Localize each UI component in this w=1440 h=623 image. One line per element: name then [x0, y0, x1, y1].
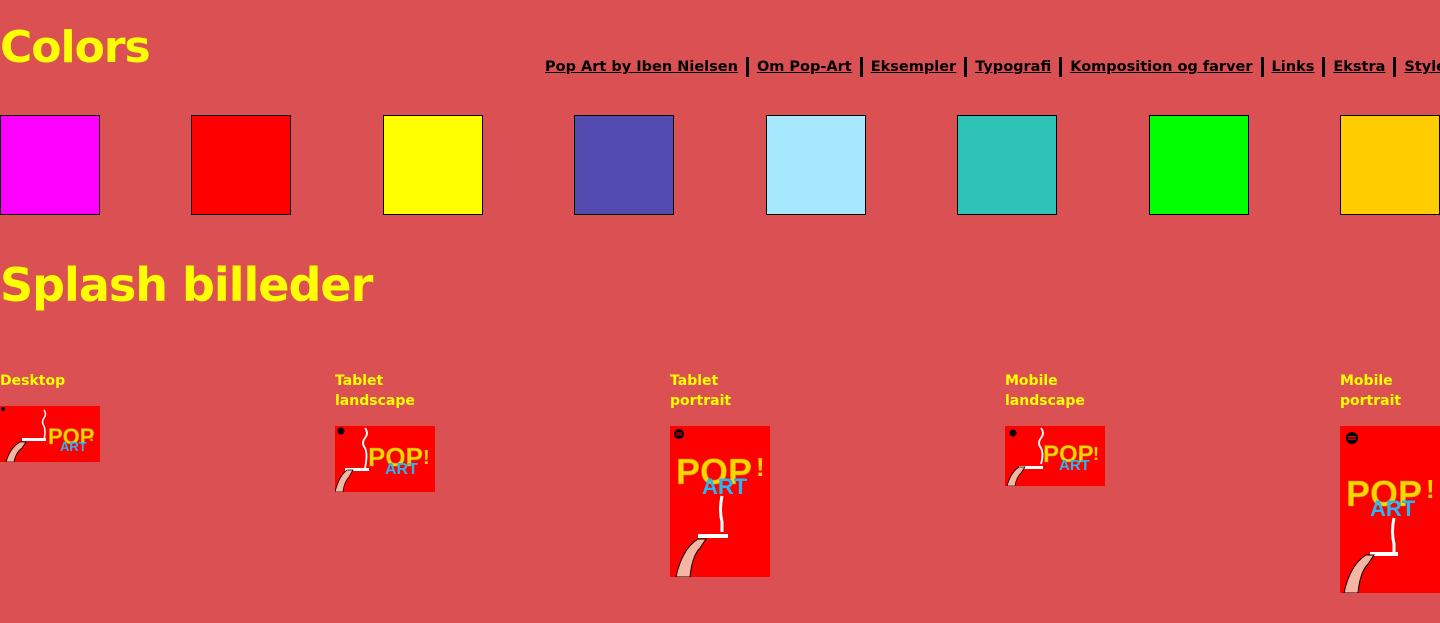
- artwork-exclaim-text: !: [423, 447, 430, 469]
- nav-separator: [1322, 57, 1326, 77]
- nav-separator: [859, 57, 863, 77]
- artwork-exclaim-text: !: [1093, 444, 1099, 464]
- nav-separator: [745, 57, 749, 77]
- artwork-art-text: ART: [702, 474, 748, 499]
- nav-link-links[interactable]: Links: [1272, 59, 1315, 75]
- splash-image-mobile-portrait: POP ART !: [1340, 426, 1440, 593]
- artwork-art-text: ART: [1370, 496, 1416, 521]
- nav-link-om-pop-art[interactable]: Om Pop-Art: [757, 59, 852, 75]
- artwork-exclaim-text: !: [1426, 474, 1435, 504]
- splash-label-mobile-landscape: Mobile landscape: [1005, 373, 1085, 409]
- color-swatch-light-blue: [766, 115, 866, 215]
- color-swatch-green: [1149, 115, 1249, 215]
- nav-link-komposition[interactable]: Komposition og farver: [1070, 59, 1252, 75]
- nav-separator: [1059, 57, 1063, 77]
- splash-image-tablet-landscape: POP ART !: [335, 426, 435, 492]
- nav-link-typografi[interactable]: Typografi: [975, 59, 1051, 75]
- splash-label-desktop: Desktop: [0, 373, 66, 389]
- color-swatch-gold: [1340, 115, 1440, 215]
- artwork-art-text: ART: [385, 461, 418, 478]
- artwork-exclaim-text: !: [89, 428, 94, 445]
- nav-separator: [1393, 57, 1397, 77]
- color-swatch-teal: [957, 115, 1057, 215]
- splash-image-mobile-landscape: POP ART !: [1005, 426, 1105, 486]
- splash-label-tablet-landscape: Tablet landscape: [335, 373, 415, 409]
- artwork-exclaim-text: !: [756, 452, 765, 482]
- nav-link-styletile[interactable]: Styletile: [1404, 59, 1440, 75]
- nav-separator: [1260, 57, 1264, 77]
- splash-image-desktop: POP ART !: [0, 406, 100, 462]
- splash-image-tablet-portrait: POP ART !: [670, 426, 770, 577]
- splash-label-tablet-portrait: Tablet portrait: [670, 373, 732, 409]
- splash-heading: Splash billeder: [0, 258, 373, 312]
- main-nav: Pop Art by Iben Nielsen Om Pop-Art Eksem…: [545, 57, 1440, 77]
- artwork-art-text: ART: [60, 439, 87, 454]
- nav-separator: [964, 57, 968, 77]
- color-swatch-purple: [574, 115, 674, 215]
- color-swatch-red: [191, 115, 291, 215]
- artwork-art-text: ART: [1059, 457, 1090, 474]
- nav-link-ekstra[interactable]: Ekstra: [1333, 59, 1385, 75]
- nav-link-home[interactable]: Pop Art by Iben Nielsen: [545, 59, 738, 75]
- color-swatch-magenta: [0, 115, 100, 215]
- splash-label-mobile-portrait: Mobile portrait: [1340, 373, 1402, 409]
- nav-link-eksempler[interactable]: Eksempler: [871, 59, 956, 75]
- color-swatch-yellow: [383, 115, 483, 215]
- colors-heading: Colors: [0, 22, 151, 73]
